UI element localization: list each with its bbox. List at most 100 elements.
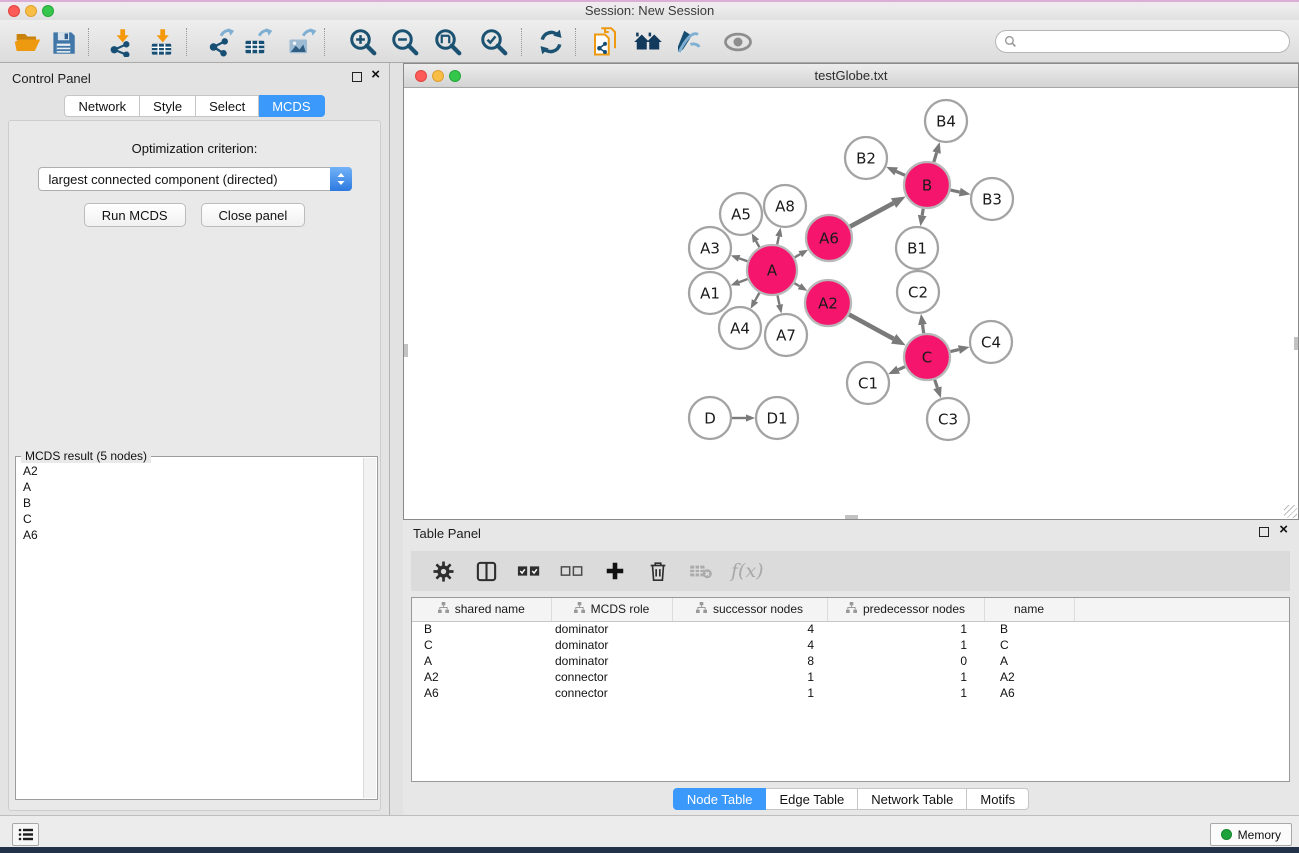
zoom-window-button[interactable] [42,5,54,17]
graph-node-B1[interactable]: B1 [896,227,938,269]
show-columns-icon[interactable] [473,558,499,584]
graph-edge-C-C1[interactable] [898,367,905,370]
table-cell[interactable]: B [984,621,1074,637]
home-icon[interactable] [631,25,665,59]
table-cell[interactable]: 8 [672,653,827,669]
table-row[interactable]: Cdominator41C [412,637,1289,653]
column-header-successor-nodes[interactable]: successor nodes [672,598,827,621]
tab-node-table[interactable]: Node Table [673,788,767,810]
network-minimize-button[interactable] [432,70,444,82]
export-image-icon[interactable] [285,25,319,59]
graph-node-C[interactable]: C [904,334,950,380]
task-history-button[interactable] [12,823,39,846]
graph-edge-A-A8[interactable] [777,236,779,244]
function-builder-icon[interactable]: f(x) [731,558,764,584]
delete-table-icon[interactable] [688,558,714,584]
graph-node-A6[interactable]: A6 [806,215,852,261]
tab-motifs[interactable]: Motifs [967,788,1029,810]
table-row[interactable]: A6connector11A6 [412,685,1289,701]
graph-node-A5[interactable]: A5 [720,193,762,235]
zoom-in-icon[interactable] [346,25,380,59]
table-cell[interactable]: A [412,653,551,669]
table-close-icon[interactable]: × [1279,524,1288,535]
table-cell[interactable]: connector [551,669,672,685]
graph-edge-C-C3[interactable] [935,380,938,388]
graph-edge-B-B2[interactable] [896,171,905,175]
table-row[interactable]: A2connector11A2 [412,669,1289,685]
show-hide-icon[interactable] [721,25,755,59]
minimize-window-button[interactable] [25,5,37,17]
right-scroll-thumb[interactable] [1294,337,1298,350]
graph-node-C1[interactable]: C1 [847,362,889,404]
graph-node-A2[interactable]: A2 [805,280,851,326]
search-input[interactable] [1022,35,1281,49]
network-graph[interactable]: AA1A2A3A4A5A6A7A8BB1B2B3B4CC1C2C3C4DD1 [404,89,1298,519]
close-window-button[interactable] [8,5,20,17]
result-scrollbar[interactable] [363,458,376,798]
graph-node-B4[interactable]: B4 [925,100,967,142]
table-cell[interactable]: A2 [412,669,551,685]
table-cell[interactable]: B [412,621,551,637]
save-session-icon[interactable] [46,25,80,59]
table-settings-gear-icon[interactable] [430,558,456,584]
optimization-dropdown[interactable]: largest connected component (directed) [38,167,352,191]
zoom-out-icon[interactable] [388,25,422,59]
tab-edge-table[interactable]: Edge Table [766,788,858,810]
refresh-layout-icon[interactable] [534,25,568,59]
graph-edge-A-A5[interactable] [756,241,759,247]
graph-node-B2[interactable]: B2 [845,137,887,179]
table-row[interactable]: Adominator80A [412,653,1289,669]
tab-network-table[interactable]: Network Table [858,788,967,810]
graph-node-A4[interactable]: A4 [719,307,761,349]
table-cell[interactable]: dominator [551,653,672,669]
graph-node-A7[interactable]: A7 [765,314,807,356]
graph-node-C3[interactable]: C3 [927,398,969,440]
graph-node-D[interactable]: D [689,397,731,439]
table-cell[interactable]: 0 [827,653,984,669]
column-header-name[interactable]: name [984,598,1074,621]
table-cell[interactable]: 1 [827,637,984,653]
table-cell[interactable]: dominator [551,637,672,653]
graph-node-C4[interactable]: C4 [970,321,1012,363]
left-scroll-thumb[interactable] [404,344,408,357]
graph-edge-A-A3[interactable] [739,258,747,261]
table-cell[interactable]: A [984,653,1074,669]
column-header-predecessor-nodes[interactable]: predecessor nodes [827,598,984,621]
open-session-icon[interactable] [10,25,44,59]
table-cell[interactable]: A6 [984,685,1074,701]
select-all-icon[interactable] [516,558,542,584]
graph-edge-A-A2[interactable] [794,283,799,286]
hide-labels-icon[interactable] [671,25,705,59]
graph-node-A3[interactable]: A3 [689,227,731,269]
graph-node-D1[interactable]: D1 [756,397,798,439]
table-row[interactable]: Bdominator41B [412,621,1289,637]
table-cell[interactable]: C [412,637,551,653]
zoom-selected-icon[interactable] [477,25,511,59]
resize-grip[interactable] [1284,505,1297,518]
table-cell[interactable]: 1 [827,669,984,685]
graph-node-B[interactable]: B [904,162,950,208]
add-column-icon[interactable] [602,558,628,584]
zoom-fit-icon[interactable] [431,25,465,59]
export-table-icon[interactable] [241,25,275,59]
graph-edge-A-A1[interactable] [739,279,748,282]
column-header-MCDS-role[interactable]: MCDS role [551,598,672,621]
network-close-button[interactable] [415,70,427,82]
table-float-icon[interactable] [1259,527,1269,537]
graph-edge-B-B4[interactable] [934,153,937,162]
graph-edge-B-B3[interactable] [950,190,959,192]
tab-network[interactable]: Network [64,95,140,117]
result-item[interactable]: A2 [23,463,355,479]
table-cell[interactable]: 1 [827,621,984,637]
graph-node-A[interactable]: A [747,245,797,295]
table-cell[interactable]: A6 [412,685,551,701]
graph-edge-A-A6[interactable] [795,254,801,257]
table-cell[interactable]: 1 [672,669,827,685]
result-item[interactable]: A [23,479,355,495]
delete-column-icon[interactable] [645,558,671,584]
close-panel-button[interactable]: Close panel [201,203,306,227]
deselect-all-icon[interactable] [559,558,585,584]
table-cell[interactable]: dominator [551,621,672,637]
export-network-icon[interactable] [204,25,238,59]
graph-edge-A2-C[interactable] [849,314,894,338]
